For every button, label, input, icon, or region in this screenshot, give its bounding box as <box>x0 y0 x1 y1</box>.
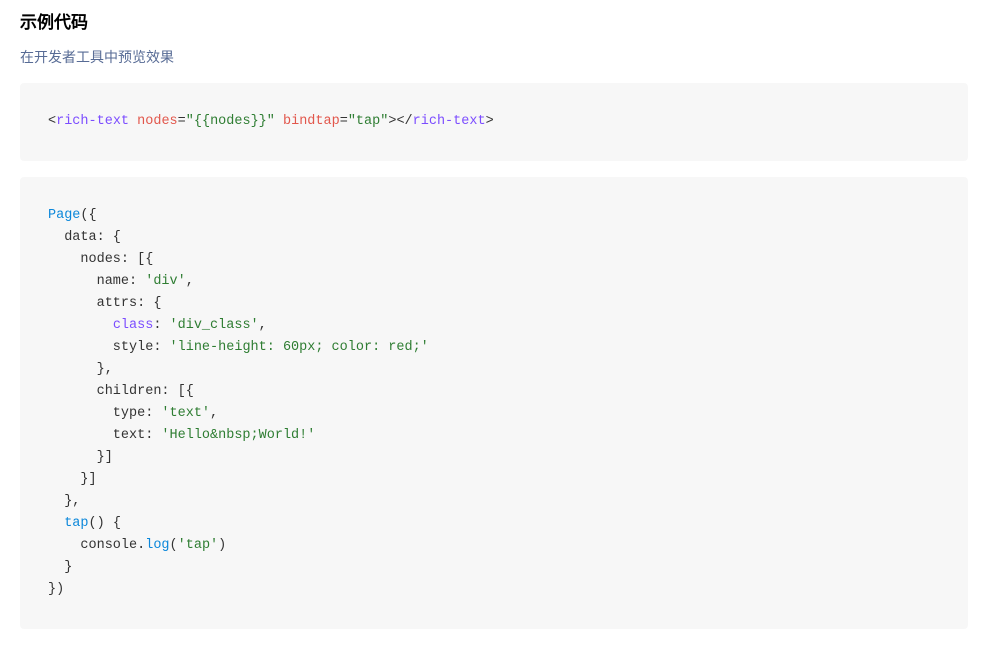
code-token: Page <box>48 208 80 223</box>
code-block-wxml: <rich-text nodes="{{nodes}}" bindtap="ta… <box>20 83 968 161</box>
code-token: nodes: [{ <box>48 252 153 267</box>
code-token: } <box>48 560 72 575</box>
code-token: console. <box>48 538 145 553</box>
code-token: rich-text <box>56 114 129 129</box>
code-token <box>48 516 64 531</box>
code-token: bindtap <box>283 114 340 129</box>
code-token <box>129 114 137 129</box>
code-token: ({ <box>80 208 96 223</box>
code-token: 'line-height: 60px; color: red;' <box>170 340 429 355</box>
code-token: ( <box>170 538 178 553</box>
code-token: , <box>259 318 267 333</box>
section-heading: 示例代码 <box>20 8 968 33</box>
code-token: 'text' <box>161 406 210 421</box>
code-token: 'div' <box>145 274 186 289</box>
code-token: "tap" <box>348 114 389 129</box>
code-token: , <box>186 274 194 289</box>
code-token: }] <box>48 450 113 465</box>
code-token: }] <box>48 472 97 487</box>
code-token: : <box>153 318 169 333</box>
code-token: children: [{ <box>48 384 194 399</box>
code-token: = <box>178 114 186 129</box>
code-token: () { <box>89 516 121 531</box>
code-token: tap <box>64 516 88 531</box>
code-token: }, <box>48 362 113 377</box>
code-token: log <box>145 538 169 553</box>
code-token: text: <box>48 428 161 443</box>
code-token: nodes <box>137 114 178 129</box>
code-token: , <box>210 406 218 421</box>
code-token: "{{nodes}}" <box>186 114 275 129</box>
code-token: ) <box>218 538 226 553</box>
code-js: Page({ data: { nodes: [{ name: 'div', at… <box>48 205 940 601</box>
code-token: < <box>48 114 56 129</box>
code-token: type: <box>48 406 161 421</box>
code-token: style: <box>48 340 170 355</box>
code-token: attrs: { <box>48 296 161 311</box>
code-token: }) <box>48 582 64 597</box>
code-token: data: { <box>48 230 121 245</box>
code-token: 'div_class' <box>170 318 259 333</box>
code-token: </ <box>396 114 412 129</box>
code-token: 'tap' <box>178 538 219 553</box>
code-token: > <box>486 114 494 129</box>
code-token: rich-text <box>413 114 486 129</box>
code-block-js: Page({ data: { nodes: [{ name: 'div', at… <box>20 177 968 629</box>
code-token: }, <box>48 494 80 509</box>
code-token <box>48 318 113 333</box>
code-token <box>275 114 283 129</box>
code-token: = <box>340 114 348 129</box>
code-token: class <box>113 318 154 333</box>
preview-link[interactable]: 在开发者工具中预览效果 <box>20 47 174 67</box>
code-token: 'Hello&nbsp;World!' <box>161 428 315 443</box>
code-token: name: <box>48 274 145 289</box>
code-wxml: <rich-text nodes="{{nodes}}" bindtap="ta… <box>48 111 940 133</box>
